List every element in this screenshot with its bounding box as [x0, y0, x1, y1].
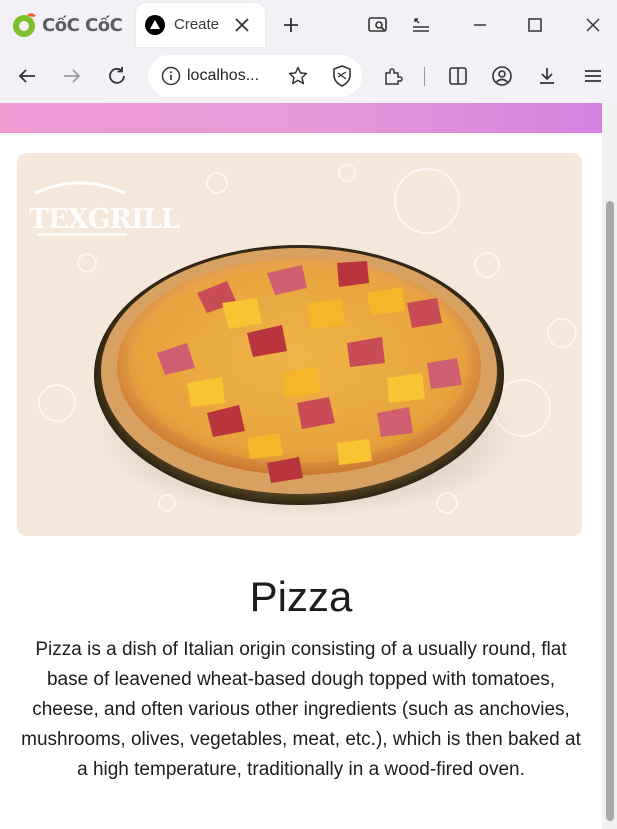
extensions-icon[interactable] [381, 64, 405, 88]
coccoc-logo-icon [13, 13, 36, 37]
navigation-toolbar: localhos... [0, 50, 617, 103]
profile-icon[interactable] [490, 64, 514, 88]
pizza-illustration: TEXGRILL [29, 164, 577, 518]
download-icon[interactable] [535, 64, 559, 88]
maximize-icon[interactable] [523, 13, 547, 37]
browser-brand: CốC CốC [12, 11, 123, 39]
close-window-icon[interactable] [581, 13, 605, 37]
menu-icon[interactable] [581, 64, 605, 88]
header-gradient-bar [0, 103, 602, 133]
split-view-icon[interactable] [446, 64, 470, 88]
texgrill-watermark: TEXGRILL [29, 181, 181, 236]
scrollbar-thumb[interactable] [606, 201, 614, 821]
active-tab[interactable]: Create [136, 3, 265, 47]
app-favicon-icon [145, 15, 165, 35]
minimize-icon[interactable] [409, 13, 433, 37]
toolbar-separator [424, 67, 425, 86]
page-description: Pizza is a dish of Italian origin consis… [21, 639, 581, 780]
minimize-window-icon[interactable] [468, 13, 492, 37]
tab-title: Create [174, 16, 220, 33]
address-url[interactable]: localhos... [187, 67, 259, 85]
address-bar[interactable]: localhos... [148, 55, 362, 97]
tab-strip: CốC CốC Create [0, 0, 617, 50]
svg-text:TEXGRILL: TEXGRILL [29, 204, 180, 235]
page-title: Pizza [249, 573, 353, 620]
reload-icon[interactable] [105, 64, 129, 88]
info-icon[interactable] [160, 65, 182, 87]
hero-image-pizza: TEXGRILL [17, 153, 582, 536]
plus-icon[interactable] [279, 13, 303, 37]
brand-name: CốC CốC [42, 14, 123, 36]
star-icon[interactable] [287, 65, 309, 87]
page-viewport: TEXGRILL Pizza Pizza is a dish of Italia… [0, 103, 617, 829]
shield-icon[interactable] [331, 64, 353, 88]
vertical-scrollbar[interactable] [602, 103, 617, 829]
back-icon[interactable] [15, 64, 39, 88]
browser-chrome: CốC CốC Create localhos... [0, 0, 617, 103]
forward-icon[interactable] [60, 64, 84, 88]
close-icon[interactable] [232, 15, 252, 35]
screenshot-search-icon[interactable] [366, 13, 390, 37]
